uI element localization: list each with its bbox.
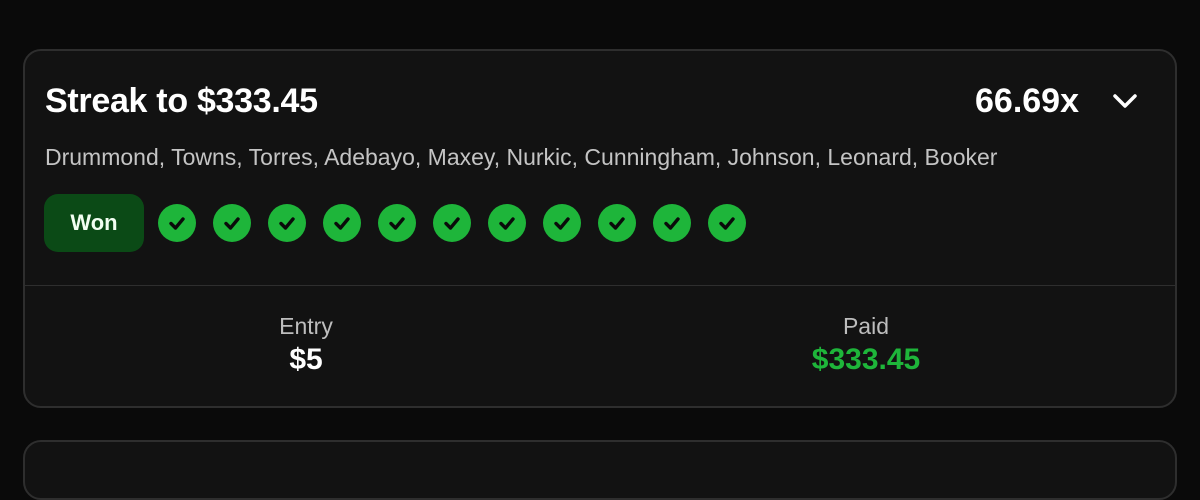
check-circle-icon <box>268 204 306 242</box>
check-circle-icon <box>433 204 471 242</box>
card-header[interactable]: Streak to $333.45 66.69x Drummond, Towns… <box>25 51 1175 287</box>
check-circle-icon <box>323 204 361 242</box>
check-circle-icon <box>378 204 416 242</box>
paid-stat: Paid $333.45 <box>716 313 1016 377</box>
status-badge: Won <box>44 194 144 252</box>
pick-results <box>158 204 746 242</box>
check-circle-icon <box>598 204 636 242</box>
check-circle-icon <box>213 204 251 242</box>
paid-label: Paid <box>842 313 890 339</box>
check-circle-icon <box>653 204 691 242</box>
status-row: Won <box>44 194 746 252</box>
check-circle-icon <box>158 204 196 242</box>
player-list: Drummond, Towns, Torres, Adebayo, Maxey,… <box>45 144 998 170</box>
divider <box>25 285 1175 286</box>
check-circle-icon <box>543 204 581 242</box>
entry-card: Streak to $333.45 66.69x Drummond, Towns… <box>23 49 1177 408</box>
payout-multiplier: 66.69x <box>975 82 1079 120</box>
next-entry-card[interactable] <box>23 440 1177 500</box>
entry-stat: Entry $5 <box>156 313 456 377</box>
paid-value: $333.45 <box>811 343 921 376</box>
chevron-down-icon[interactable] <box>1109 85 1141 117</box>
card-title: Streak to $333.45 <box>45 82 318 120</box>
entry-label: Entry <box>279 313 333 339</box>
check-circle-icon <box>488 204 526 242</box>
check-circle-icon <box>708 204 746 242</box>
entry-value: $5 <box>289 343 323 376</box>
